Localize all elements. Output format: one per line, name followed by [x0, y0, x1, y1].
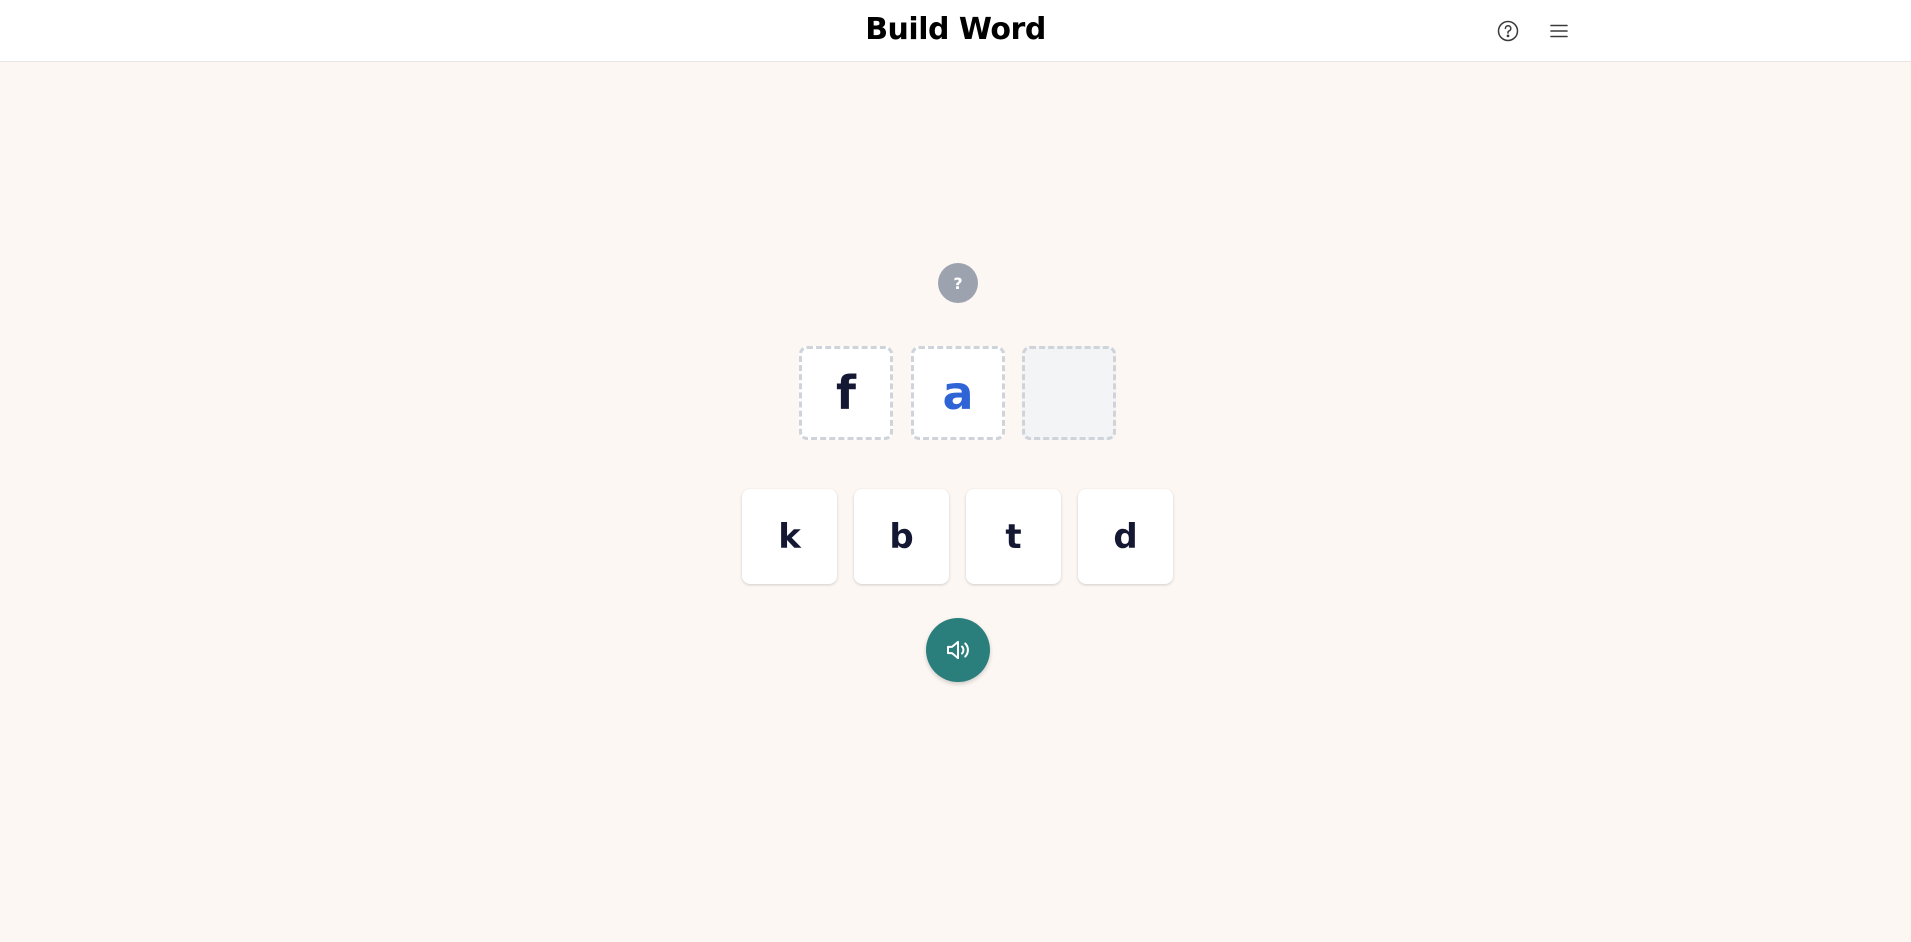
letter-tile-k[interactable]: k — [742, 489, 837, 584]
letter-tile-b[interactable]: b — [854, 489, 949, 584]
hint-button[interactable]: ? — [938, 263, 978, 303]
play-sound-button[interactable] — [926, 618, 990, 682]
letter-tile-d[interactable]: d — [1078, 489, 1173, 584]
speaker-icon — [943, 635, 973, 665]
page-title: Build Word — [865, 12, 1046, 47]
top-bar: Build Word — [0, 0, 1911, 62]
word-slot-3-empty[interactable] — [1022, 346, 1116, 440]
word-slot-1[interactable]: f — [799, 346, 893, 440]
hamburger-menu-icon[interactable] — [1545, 17, 1573, 45]
letter-tile-t[interactable]: t — [966, 489, 1061, 584]
word-slot-2[interactable]: a — [911, 346, 1005, 440]
help-icon[interactable] — [1494, 17, 1522, 45]
